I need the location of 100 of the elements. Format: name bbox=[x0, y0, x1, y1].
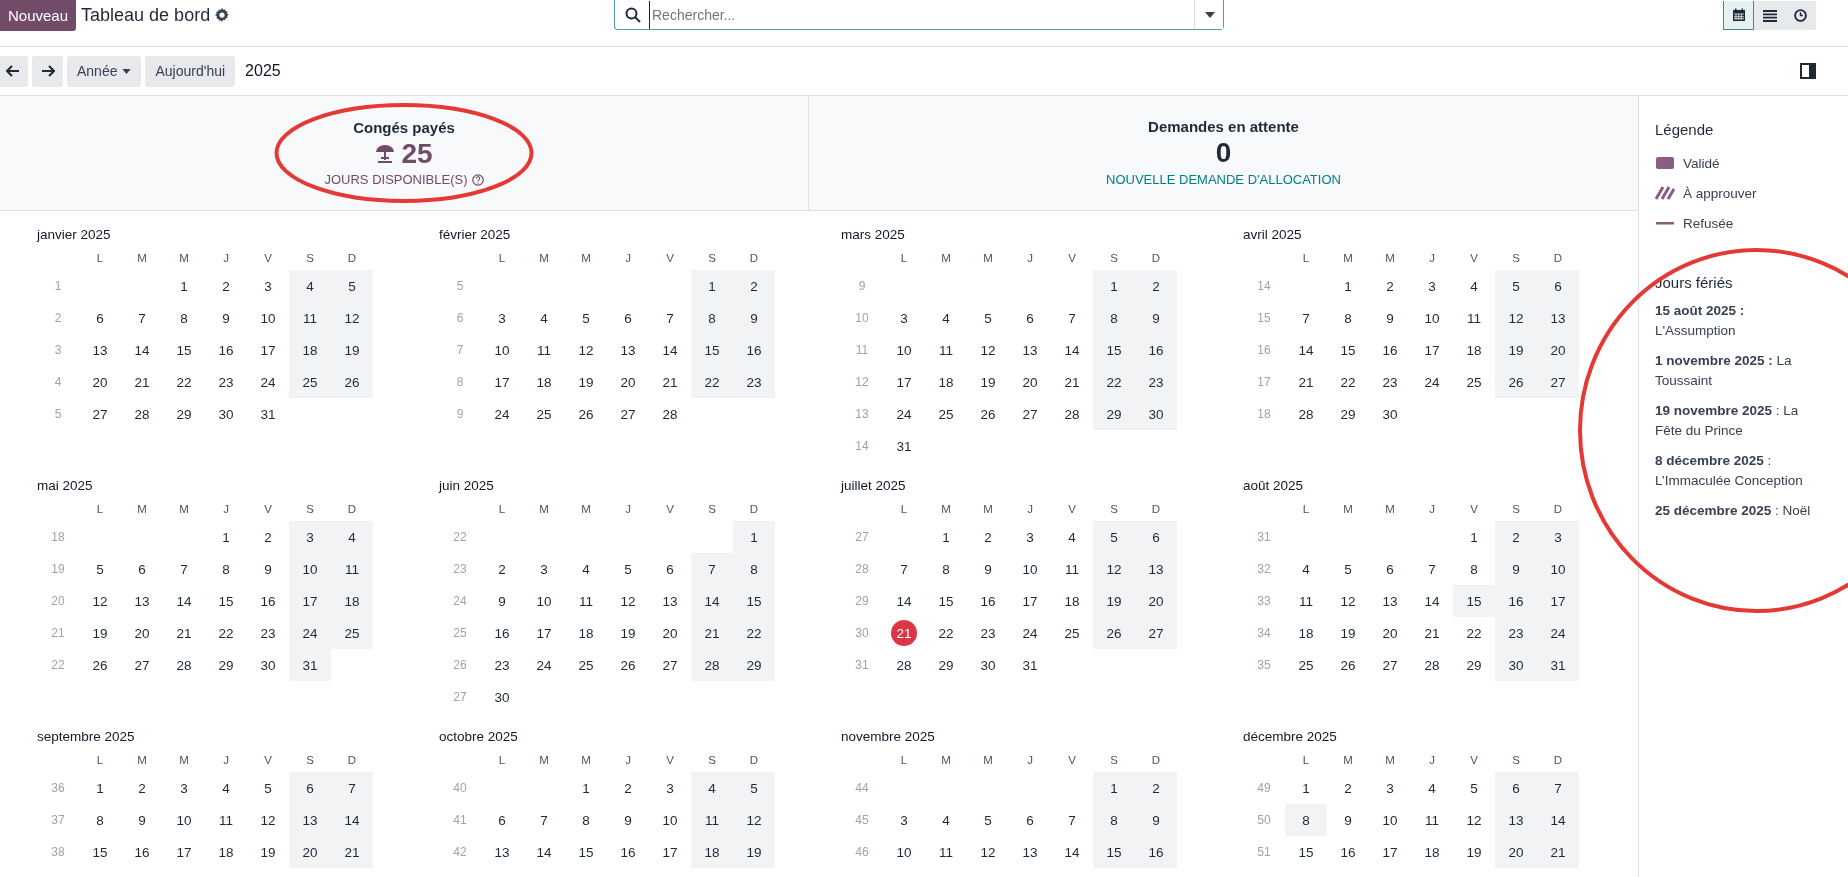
calendar-day[interactable]: 15 bbox=[205, 585, 247, 617]
calendar-day[interactable]: 21 bbox=[163, 617, 205, 649]
calendar-day[interactable]: 19 bbox=[607, 617, 649, 649]
calendar-day[interactable]: 14 bbox=[523, 836, 565, 868]
calendar-day[interactable]: 27 bbox=[607, 398, 649, 430]
calendar-day[interactable]: 15 bbox=[565, 836, 607, 868]
settings-icon[interactable] bbox=[215, 8, 230, 22]
calendar-day[interactable]: 7 bbox=[121, 302, 163, 334]
calendar-day[interactable]: 10 bbox=[481, 334, 523, 366]
calendar-day[interactable]: 6 bbox=[649, 553, 691, 585]
calendar-day[interactable]: 23 bbox=[247, 617, 289, 649]
calendar-day[interactable]: 11 bbox=[205, 804, 247, 836]
calendar-day[interactable]: 31 bbox=[883, 430, 925, 462]
calendar-day[interactable]: 29 bbox=[1327, 398, 1369, 430]
calendar-day[interactable]: 10 bbox=[883, 334, 925, 366]
calendar-day[interactable]: 3 bbox=[523, 553, 565, 585]
calendar-day[interactable]: 11 bbox=[925, 836, 967, 868]
calendar-day[interactable]: 16 bbox=[1495, 585, 1537, 617]
calendar-day[interactable]: 19 bbox=[1327, 617, 1369, 649]
calendar-day[interactable]: 12 bbox=[331, 302, 373, 334]
calendar-day[interactable]: 17 bbox=[649, 836, 691, 868]
calendar-day[interactable]: 9 bbox=[1135, 302, 1177, 334]
calendar-day[interactable]: 7 bbox=[1537, 772, 1579, 804]
calendar-day[interactable]: 2 bbox=[967, 521, 1009, 553]
calendar-day[interactable]: 7 bbox=[691, 553, 733, 585]
calendar-day[interactable]: 23 bbox=[1369, 366, 1411, 398]
calendar-day[interactable]: 13 bbox=[1369, 585, 1411, 617]
calendar-day[interactable]: 14 bbox=[1537, 804, 1579, 836]
calendar-day[interactable]: 12 bbox=[1093, 553, 1135, 585]
calendar-day[interactable]: 1 bbox=[1285, 772, 1327, 804]
calendar-day[interactable]: 2 bbox=[1135, 270, 1177, 302]
calendar-day[interactable]: 5 bbox=[1093, 521, 1135, 553]
calendar-day[interactable]: 30 bbox=[481, 681, 523, 713]
calendar-day[interactable]: 10 bbox=[1411, 302, 1453, 334]
calendar-day[interactable]: 10 bbox=[649, 804, 691, 836]
calendar-day[interactable]: 15 bbox=[1453, 585, 1495, 617]
calendar-day[interactable]: 8 bbox=[1093, 804, 1135, 836]
calendar-day[interactable]: 13 bbox=[607, 334, 649, 366]
calendar-day[interactable]: 18 bbox=[523, 366, 565, 398]
calendar-day[interactable]: 9 bbox=[481, 585, 523, 617]
calendar-day[interactable]: 26 bbox=[565, 398, 607, 430]
calendar-day[interactable]: 4 bbox=[523, 302, 565, 334]
calendar-day[interactable]: 29 bbox=[163, 398, 205, 430]
calendar-day[interactable]: 12 bbox=[967, 334, 1009, 366]
calendar-day[interactable]: 19 bbox=[1093, 585, 1135, 617]
dropdown-toggle[interactable] bbox=[1194, 0, 1223, 29]
calendar-day[interactable]: 14 bbox=[1411, 585, 1453, 617]
calendar-day[interactable]: 31 bbox=[289, 649, 331, 681]
calendar-day[interactable]: 6 bbox=[289, 772, 331, 804]
calendar-day[interactable]: 11 bbox=[925, 334, 967, 366]
calendar-day[interactable]: 23 bbox=[205, 366, 247, 398]
calendar-day[interactable]: 29 bbox=[733, 649, 775, 681]
calendar-day[interactable]: 12 bbox=[967, 836, 1009, 868]
calendar-day[interactable]: 23 bbox=[481, 649, 523, 681]
calendar-day[interactable]: 9 bbox=[967, 553, 1009, 585]
calendar-day[interactable]: 17 bbox=[523, 617, 565, 649]
calendar-day[interactable]: 6 bbox=[1495, 772, 1537, 804]
calendar-day[interactable]: 9 bbox=[1135, 804, 1177, 836]
calendar-day[interactable]: 22 bbox=[1453, 617, 1495, 649]
calendar-day[interactable]: 1 bbox=[565, 772, 607, 804]
calendar-day[interactable]: 25 bbox=[1285, 649, 1327, 681]
calendar-day[interactable]: 2 bbox=[481, 553, 523, 585]
calendar-day[interactable]: 4 bbox=[1285, 553, 1327, 585]
scale-dropdown[interactable]: Année bbox=[67, 55, 142, 87]
calendar-day[interactable]: 16 bbox=[121, 836, 163, 868]
calendar-day[interactable]: 25 bbox=[1051, 617, 1093, 649]
calendar-day[interactable]: 16 bbox=[247, 585, 289, 617]
calendar-day[interactable]: 14 bbox=[331, 804, 373, 836]
calendar-day[interactable]: 28 bbox=[691, 649, 733, 681]
calendar-day[interactable]: 22 bbox=[925, 617, 967, 649]
new-button[interactable]: Nouveau bbox=[0, 0, 77, 31]
calendar-day[interactable]: 26 bbox=[1495, 366, 1537, 398]
calendar-day[interactable]: 28 bbox=[883, 649, 925, 681]
calendar-day[interactable]: 25 bbox=[331, 617, 373, 649]
calendar-day[interactable]: 9 bbox=[607, 804, 649, 836]
calendar-day[interactable]: 24 bbox=[883, 398, 925, 430]
calendar-day[interactable]: 28 bbox=[163, 649, 205, 681]
calendar-day[interactable]: 17 bbox=[1537, 585, 1579, 617]
calendar-day[interactable]: 9 bbox=[1327, 804, 1369, 836]
calendar-day[interactable]: 14 bbox=[649, 334, 691, 366]
calendar-day[interactable]: 4 bbox=[1051, 521, 1093, 553]
calendar-day[interactable]: 3 bbox=[247, 270, 289, 302]
calendar-day[interactable]: 12 bbox=[565, 334, 607, 366]
calendar-day[interactable]: 7 bbox=[1285, 302, 1327, 334]
calendar-day[interactable]: 13 bbox=[1009, 334, 1051, 366]
calendar-day[interactable]: 27 bbox=[79, 398, 121, 430]
calendar-day[interactable]: 14 bbox=[121, 334, 163, 366]
calendar-day[interactable]: 13 bbox=[481, 836, 523, 868]
calendar-day[interactable]: 5 bbox=[331, 270, 373, 302]
calendar-day[interactable]: 16 bbox=[205, 334, 247, 366]
calendar-day[interactable]: 9 bbox=[247, 553, 289, 585]
calendar-day[interactable]: 30 bbox=[1495, 649, 1537, 681]
calendar-day[interactable]: 6 bbox=[79, 302, 121, 334]
calendar-day[interactable]: 15 bbox=[79, 836, 121, 868]
calendar-day[interactable]: 1 bbox=[79, 772, 121, 804]
calendar-day[interactable]: 17 bbox=[163, 836, 205, 868]
calendar-day[interactable]: 2 bbox=[121, 772, 163, 804]
calendar-day[interactable]: 4 bbox=[925, 302, 967, 334]
calendar-day[interactable]: 11 bbox=[565, 585, 607, 617]
calendar-day[interactable]: 15 bbox=[163, 334, 205, 366]
